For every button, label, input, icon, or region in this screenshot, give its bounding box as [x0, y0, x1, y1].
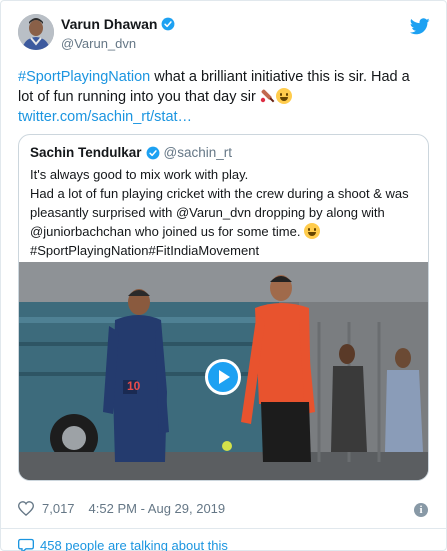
quoted-hashtags: #SportPlayingNation#FitIndiaMovement — [30, 243, 260, 258]
avatar[interactable] — [18, 14, 54, 50]
quoted-author-name[interactable]: Sachin Tendulkar — [30, 145, 142, 160]
tweet-meta: 7,017 4:52 PM - Aug 29, 2019 — [18, 501, 225, 516]
verified-badge-icon — [162, 17, 175, 31]
conversation-link[interactable]: 458 people are talking about this — [18, 538, 228, 551]
quoted-author: Sachin Tendulkar @sachin_rt — [30, 145, 232, 160]
info-icon[interactable]: i — [414, 503, 428, 517]
cricket-bat-icon — [260, 89, 275, 103]
quoted-line-2: Had a lot of fun playing cricket with th… — [30, 184, 422, 241]
quoted-text: It's always good to mix work with play. … — [30, 165, 422, 260]
like-count[interactable]: 7,017 — [42, 501, 75, 516]
author-name-text: Varun Dhawan — [61, 16, 158, 32]
quoted-tweet-link[interactable]: twitter.com/sachin_rt/stat… — [18, 109, 192, 125]
quoted-tweet[interactable]: Sachin Tendulkar @sachin_rt It's always … — [18, 134, 429, 481]
grinning-emoji-icon — [304, 223, 321, 239]
quoted-author-handle[interactable]: @sachin_rt — [164, 145, 232, 160]
tweet-text: #SportPlayingNation what a brilliant ini… — [18, 67, 428, 127]
play-icon[interactable] — [205, 359, 241, 395]
heart-icon[interactable] — [18, 501, 34, 516]
quoted-line-1: It's always good to mix work with play. — [30, 167, 249, 182]
timestamp[interactable]: 4:52 PM - Aug 29, 2019 — [89, 501, 226, 516]
embedded-tweet-card: Varun Dhawan @Varun_dvn #SportPlayingNat… — [0, 0, 447, 551]
speech-bubble-icon — [18, 538, 34, 551]
verified-badge-icon — [146, 146, 159, 159]
author-handle[interactable]: @Varun_dvn — [61, 36, 136, 51]
hashtag-link[interactable]: #SportPlayingNation — [18, 69, 150, 85]
twitter-bird-icon[interactable] — [410, 18, 430, 35]
author-name[interactable]: Varun Dhawan — [61, 16, 175, 32]
video-player[interactable]: 10 — [19, 262, 428, 480]
talking-count[interactable]: 458 people are talking about this — [40, 538, 228, 551]
quoted-line-2-text: Had a lot of fun playing cricket with th… — [30, 186, 409, 239]
jersey-number: 10 — [127, 379, 141, 393]
divider — [1, 528, 447, 529]
grinning-emoji-icon — [275, 88, 292, 104]
